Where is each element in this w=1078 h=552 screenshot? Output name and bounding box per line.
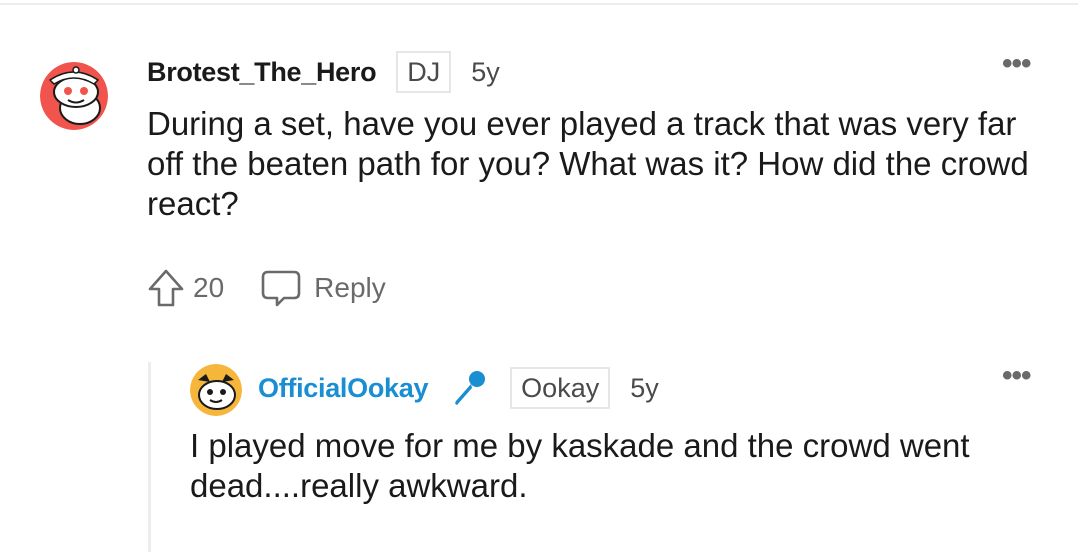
snoo-avatar-icon [190, 364, 242, 416]
upvote-arrow-icon [148, 269, 184, 307]
comment-age: 5y [630, 372, 659, 403]
more-options-button[interactable]: ••• [1002, 361, 1031, 391]
vote-count: 20 [193, 272, 225, 303]
speech-bubble-icon [261, 270, 301, 307]
reply-button[interactable]: Reply [260, 268, 386, 308]
comment-age: 5y [471, 56, 500, 87]
microphone-icon [448, 368, 488, 408]
username[interactable]: OfficialOokay [258, 373, 428, 404]
comment-body: During a set, have you ever played a tra… [147, 105, 1029, 222]
comment-actions: 20 Reply [147, 266, 386, 310]
snoo-avatar-icon [40, 62, 108, 130]
more-options-button[interactable]: ••• [1002, 49, 1031, 79]
reply-label: Reply [314, 272, 386, 303]
top-divider [0, 3, 1078, 5]
comment-body: I played move for me by kaskade and the … [190, 427, 970, 504]
thread-line[interactable] [148, 362, 151, 552]
user-flair: DJ [396, 51, 452, 93]
comment-meta: OfficialOokay Ookay 5y [258, 366, 659, 410]
user-flair: Ookay [510, 367, 611, 409]
comment-meta: Brotest_The_Hero DJ 5y [147, 51, 500, 93]
upvote-button[interactable] [147, 268, 185, 308]
user-avatar[interactable] [190, 364, 242, 416]
username[interactable]: Brotest_The_Hero [147, 57, 377, 88]
user-avatar[interactable] [40, 62, 108, 130]
